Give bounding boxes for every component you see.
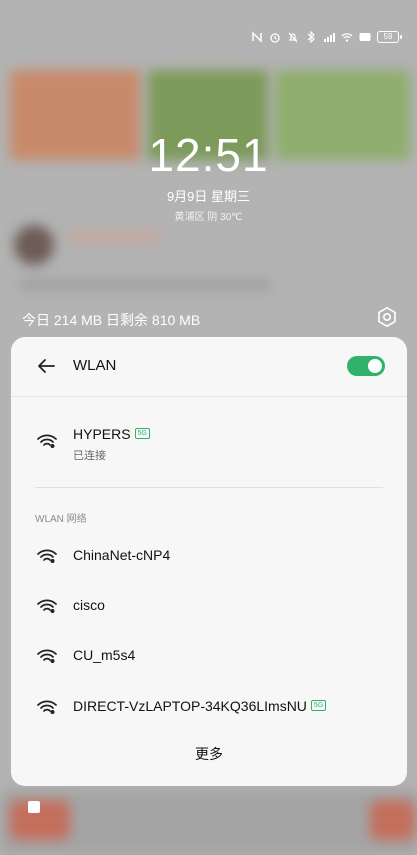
network-name: ChinaNet-cNP4 xyxy=(73,547,171,563)
wlan-panel: WLAN HYPERS 5G 已连接 WLAN 网络 ChinaNet-cNP4 … xyxy=(11,337,407,786)
badge-5g: 5G xyxy=(134,427,150,439)
wifi-signal-icon xyxy=(37,700,57,714)
wifi-signal-icon xyxy=(37,599,57,613)
wlan-panel-header: WLAN xyxy=(11,337,407,397)
checkbox[interactable] xyxy=(28,801,40,813)
wlan-title: WLAN xyxy=(73,357,117,374)
bluetooth-icon xyxy=(307,31,315,43)
hd-icon xyxy=(359,33,371,41)
mute-icon xyxy=(288,32,298,43)
badge-5g: 5G xyxy=(310,699,327,711)
data-usage-text: 今日 214 MB 日剩余 810 MB xyxy=(22,312,201,328)
wlan-toggle[interactable] xyxy=(347,356,385,376)
more-button[interactable]: 更多 xyxy=(11,744,407,764)
section-divider xyxy=(35,487,383,488)
connected-network-name-wrap: HYPERS 5G xyxy=(73,426,150,442)
wifi-signal-icon xyxy=(37,434,57,448)
back-arrow-icon[interactable] xyxy=(35,355,57,377)
clock-time: 12:51 xyxy=(148,129,269,181)
clock-date: 9月9日 星期三 xyxy=(166,189,251,204)
wifi-icon xyxy=(341,33,353,42)
battery-indicator: 59 xyxy=(377,31,402,43)
status-bar: 59 xyxy=(251,28,402,46)
alarm-icon xyxy=(270,33,280,43)
nfc-icon xyxy=(252,31,262,43)
network-name-wrap: DIRECT-VzLAPTOP-34KQ36LImsNU 5G xyxy=(73,698,327,714)
section-label: WLAN 网络 xyxy=(35,514,87,525)
signal-icon xyxy=(324,33,335,42)
network-name: DIRECT-VzLAPTOP-34KQ36LImsNU xyxy=(73,698,307,714)
toggle-knob xyxy=(368,359,382,373)
connected-status: 已连接 xyxy=(73,450,106,462)
settings-gear-icon[interactable] xyxy=(376,306,398,328)
header-divider xyxy=(11,396,407,397)
wifi-signal-icon xyxy=(37,549,57,563)
connected-network-name: HYPERS xyxy=(73,426,131,442)
wifi-signal-icon xyxy=(37,649,57,663)
network-name: cisco xyxy=(73,597,105,613)
network-name: CU_m5s4 xyxy=(73,647,136,663)
weather-text: 黄浦区 阴 30℃ xyxy=(174,212,243,223)
